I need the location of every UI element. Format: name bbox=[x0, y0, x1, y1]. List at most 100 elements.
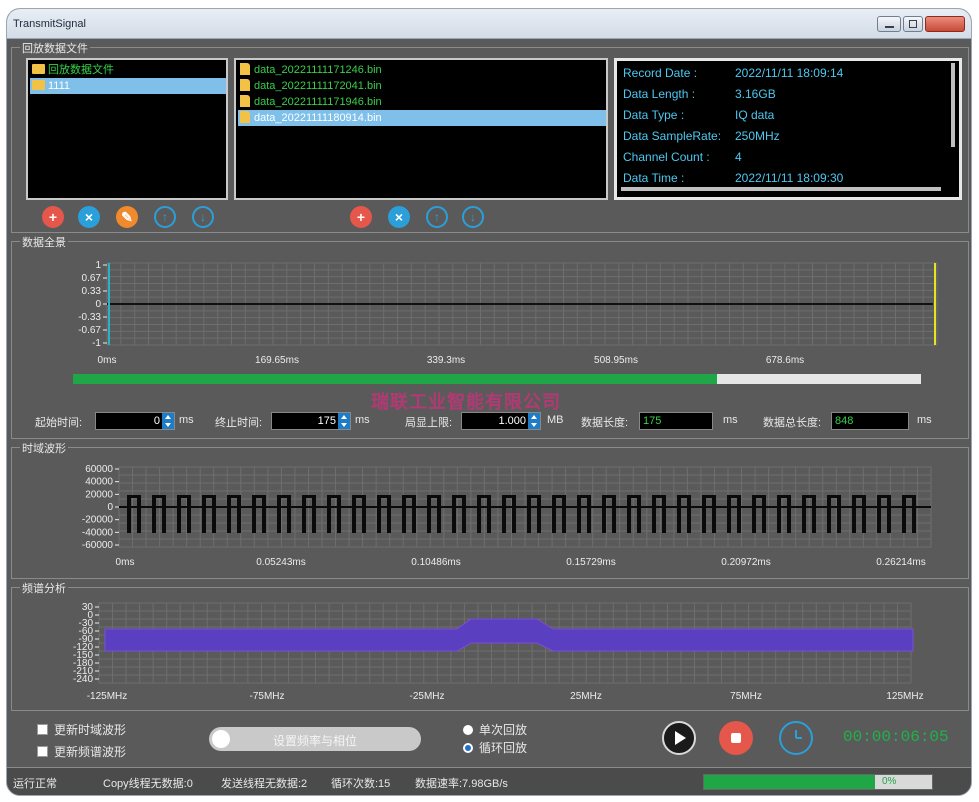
time-y-tick: 40000 bbox=[85, 477, 113, 488]
overview-y-tick: 0.67 bbox=[82, 273, 102, 284]
status-loops: 循环次数:15 bbox=[331, 778, 391, 790]
spectrum-x-tick: -25MHz bbox=[409, 691, 444, 702]
play-button[interactable] bbox=[662, 721, 696, 755]
delete-folder-button[interactable]: × bbox=[78, 206, 100, 228]
file-down-button[interactable]: ↓ bbox=[462, 206, 484, 228]
overview-y-tick: 0.33 bbox=[82, 286, 102, 297]
file-item[interactable]: data_20221111171946.bin bbox=[238, 94, 606, 110]
update-spectrum-checkbox[interactable]: 更新频谱波形 bbox=[37, 743, 126, 760]
spinner-icon[interactable] bbox=[162, 413, 174, 429]
end-time-unit: ms bbox=[355, 414, 370, 426]
minimize-icon bbox=[885, 26, 894, 28]
wave-pulse bbox=[537, 495, 541, 533]
info-value: 3.16GB bbox=[735, 87, 776, 101]
wave-pulse bbox=[512, 495, 516, 533]
single-play-label: 单次回放 bbox=[479, 723, 528, 737]
spectrum-y-tick: -240 bbox=[73, 674, 93, 685]
wave-pulse bbox=[602, 495, 606, 533]
maximize-button[interactable] bbox=[903, 16, 923, 32]
time-y-tick: 0 bbox=[107, 502, 113, 513]
info-data-type: Data Type : IQ data bbox=[623, 105, 774, 125]
vertical-scrollbar[interactable] bbox=[951, 63, 955, 147]
overview-y-tick: -0.33 bbox=[78, 312, 101, 323]
add-folder-button[interactable]: + bbox=[42, 206, 64, 228]
wave-pulse bbox=[377, 495, 381, 533]
status-progress-bar: 0% bbox=[703, 774, 933, 790]
folder-down-button[interactable]: ↓ bbox=[192, 206, 214, 228]
wave-pulse bbox=[777, 495, 781, 533]
time-x-tick: 0.15729ms bbox=[566, 557, 615, 568]
wave-pulse bbox=[362, 495, 366, 533]
folder-icon bbox=[32, 80, 45, 90]
wave-pulse bbox=[231, 495, 237, 498]
info-key: Data SampleRate: bbox=[623, 129, 722, 143]
playback-files-group: 回放数据文件 回放数据文件 1111 data_20221111171246.b… bbox=[11, 40, 969, 233]
end-time-input[interactable]: 175 bbox=[271, 412, 351, 430]
single-play-radio[interactable]: 单次回放 bbox=[463, 721, 527, 738]
tree-item-root[interactable]: 回放数据文件 bbox=[30, 62, 226, 78]
main-window: TransmitSignal 回放数据文件 回放数据文件 1111 data_2… bbox=[6, 8, 972, 796]
horizontal-scrollbar[interactable] bbox=[621, 187, 941, 191]
minimize-button[interactable] bbox=[877, 16, 901, 32]
wave-pulse bbox=[787, 495, 791, 533]
overview-y-tick: 0 bbox=[95, 299, 101, 310]
wave-pulse bbox=[552, 495, 556, 533]
total-length-unit: ms bbox=[917, 414, 932, 426]
update-time-checkbox[interactable]: 更新时域波形 bbox=[37, 721, 126, 738]
move-up-icon: ↑ bbox=[434, 210, 440, 224]
wave-pulse bbox=[506, 495, 512, 498]
info-record-date: Record Date : 2022/11/11 18:09:14 bbox=[623, 63, 843, 83]
checkbox-icon bbox=[37, 724, 48, 735]
start-time-input[interactable]: 0 bbox=[95, 412, 175, 430]
folder-up-button[interactable]: ↑ bbox=[154, 206, 176, 228]
file-name: data_20221111171946.bin bbox=[254, 96, 382, 108]
add-file-button[interactable]: + bbox=[350, 206, 372, 228]
timer-button[interactable] bbox=[779, 721, 813, 755]
wave-pulse bbox=[831, 495, 837, 498]
wave-pulse bbox=[881, 495, 887, 498]
overview-y-tick: -0.67 bbox=[78, 325, 101, 336]
wave-pulse bbox=[802, 495, 806, 533]
wave-pulse bbox=[187, 495, 191, 533]
wave-pulse bbox=[752, 495, 756, 533]
edit-folder-button[interactable]: ✎ bbox=[116, 206, 138, 228]
spinner-icon[interactable] bbox=[528, 413, 540, 429]
wave-pulse bbox=[252, 495, 256, 533]
stop-button[interactable] bbox=[719, 721, 753, 755]
clock-icon bbox=[795, 730, 802, 739]
status-progress-text: 0% bbox=[882, 776, 897, 787]
set-freq-toggle[interactable]: 设置频率与相位 bbox=[209, 727, 421, 751]
data-length-field: 175 bbox=[639, 412, 713, 430]
file-up-button[interactable]: ↑ bbox=[426, 206, 448, 228]
folder-tree[interactable]: 回放数据文件 1111 bbox=[26, 58, 228, 200]
wave-pulse bbox=[162, 495, 166, 533]
time-wave-label: 时域波形 bbox=[20, 440, 68, 456]
radio-selected-icon bbox=[463, 743, 473, 753]
wave-pulse bbox=[477, 495, 481, 533]
wave-pulse bbox=[437, 495, 441, 533]
file-item[interactable]: data_20221111171246.bin bbox=[238, 62, 606, 78]
wave-pulse bbox=[452, 495, 456, 533]
maximize-icon bbox=[909, 20, 917, 28]
info-value: 250MHz bbox=[735, 129, 780, 143]
wave-pulse bbox=[131, 495, 137, 498]
overview-progress-bar bbox=[73, 374, 921, 384]
loop-play-radio[interactable]: 循环回放 bbox=[463, 739, 527, 756]
end-time-value: 175 bbox=[317, 415, 336, 427]
file-item[interactable]: data_20221111172041.bin bbox=[238, 78, 606, 94]
tree-item-1111[interactable]: 1111 bbox=[30, 78, 226, 94]
status-state: 运行正常 bbox=[13, 778, 57, 790]
wave-pulse bbox=[227, 495, 231, 533]
delete-file-button[interactable]: × bbox=[388, 206, 410, 228]
time-y-tick: -60000 bbox=[82, 540, 114, 551]
spinner-icon[interactable] bbox=[338, 413, 350, 429]
close-button[interactable] bbox=[925, 16, 965, 32]
file-list[interactable]: data_20221111171246.bin data_20221111172… bbox=[234, 58, 608, 200]
file-item[interactable]: data_20221111180914.bin bbox=[238, 110, 606, 126]
wave-pulse bbox=[581, 495, 587, 498]
limit-input[interactable]: 1.000 bbox=[461, 412, 541, 430]
set-freq-label: 设置频率与相位 bbox=[272, 734, 357, 748]
wave-pulse bbox=[587, 495, 591, 533]
wave-pulse bbox=[402, 495, 406, 533]
wave-pulse bbox=[177, 495, 181, 533]
